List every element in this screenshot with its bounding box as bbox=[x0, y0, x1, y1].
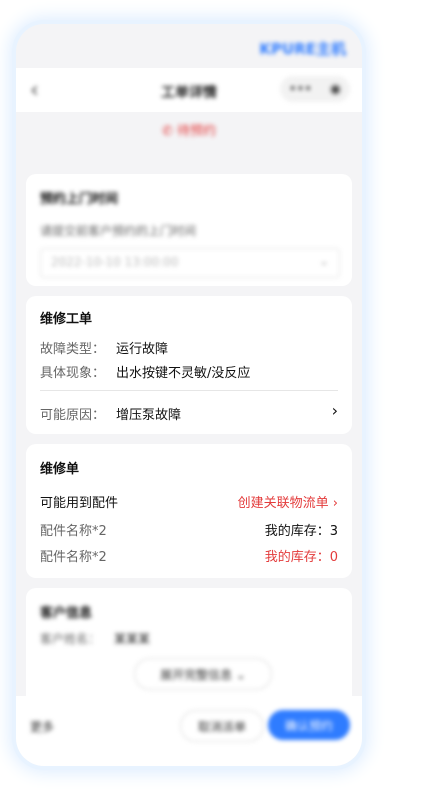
phone-icon: ✆ bbox=[161, 124, 177, 139]
repair-list-card: 维修单 可能用到配件 创建关联物流单 › 配件名称*2 我的库存：3 配件名称*… bbox=[26, 444, 352, 578]
parts-label: 可能用到配件 bbox=[40, 496, 119, 511]
bottom-action-bar: 更多 取消派单 确认预约 bbox=[16, 696, 362, 766]
customer-name-value: 某某某 bbox=[114, 632, 151, 646]
close-icon[interactable]: ◉ bbox=[330, 82, 341, 97]
customer-card: 客户信息 客户姓名： 某某某 展开完整信息 ⌄ bbox=[26, 588, 352, 706]
fault-type-label: 故障类型： bbox=[40, 342, 106, 357]
customer-name-label: 客户姓名： bbox=[40, 632, 101, 646]
chevron-right-icon: › bbox=[331, 401, 338, 420]
expand-info-button[interactable]: 展开完整信息 ⌄ bbox=[134, 658, 272, 690]
cancel-dispatch-button[interactable]: 取消派单 bbox=[180, 710, 264, 742]
phone-frame: KPURE主机 ‹ 工单详情 ••• ◉ ✆ 待预约 预约上门时间 请提交前客户… bbox=[16, 24, 362, 766]
part-name: 配件名称*2 bbox=[40, 524, 107, 539]
cause-value: 增压泵故障 bbox=[116, 408, 182, 423]
fault-type-value: 运行故障 bbox=[116, 342, 169, 357]
repair-order-card: 维修工单 故障类型： 运行故障 具体现象： 出水按键不灵敏/没反应 可能原因： … bbox=[26, 296, 352, 434]
cause-label: 可能原因： bbox=[40, 408, 106, 423]
cause-row[interactable]: 可能原因： 增压泵故障 › bbox=[26, 396, 352, 426]
mini-program-capsule: ••• ◉ bbox=[280, 76, 350, 102]
appointment-time-value: 2022-10-10 13:00:00 bbox=[51, 255, 179, 269]
status-badge: ✆ 待预约 bbox=[16, 120, 362, 139]
nav-bar: ‹ 工单详情 ••• ◉ bbox=[16, 68, 362, 112]
create-logistics-link[interactable]: 创建关联物流单 › bbox=[238, 492, 338, 511]
repair-order-title: 维修工单 bbox=[40, 312, 93, 327]
part-stock: 我的库存：3 bbox=[264, 524, 338, 539]
customer-title: 客户信息 bbox=[40, 606, 93, 621]
symptom-value: 出水按键不灵敏/没反应 bbox=[116, 366, 251, 381]
repair-list-title: 维修单 bbox=[40, 462, 80, 477]
part-name: 配件名称*2 bbox=[40, 550, 107, 565]
status-text: 待预约 bbox=[177, 124, 217, 139]
more-button[interactable]: 更多 bbox=[30, 718, 54, 735]
part-stock-low: 我的库存：0 bbox=[264, 550, 338, 565]
appointment-title: 预约上门时间 bbox=[40, 192, 119, 207]
appointment-hint: 请提交前客户预约的上门时间 bbox=[40, 224, 197, 238]
chevron-down-icon: ⌄ bbox=[318, 254, 329, 268]
symptom-label: 具体现象： bbox=[40, 366, 106, 381]
appointment-time-select[interactable]: 2022-10-10 13:00:00 ⌄ bbox=[40, 248, 340, 278]
divider bbox=[40, 390, 338, 391]
confirm-appointment-button[interactable]: 确认预约 bbox=[268, 710, 350, 740]
brand-label: KPURE主机 bbox=[259, 40, 346, 58]
appointment-card: 预约上门时间 请提交前客户预约的上门时间 2022-10-10 13:00:00… bbox=[26, 174, 352, 286]
more-icon[interactable]: ••• bbox=[289, 82, 312, 97]
